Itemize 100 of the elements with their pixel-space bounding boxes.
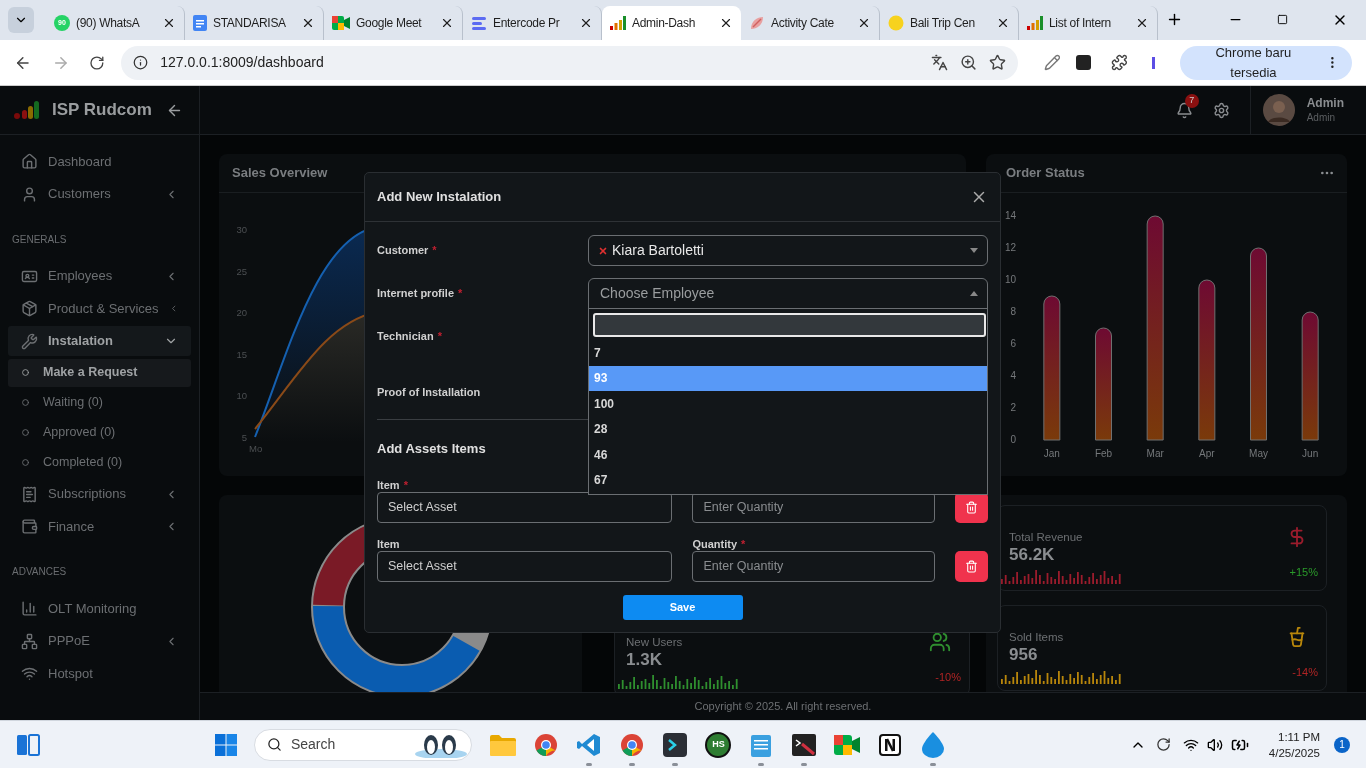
remove-tag-icon[interactable]	[598, 245, 608, 256]
asset-select[interactable]: Select Asset	[377, 550, 673, 582]
notification-bell-icon[interactable]	[1175, 101, 1193, 119]
tab-title: List of Intern	[1049, 15, 1112, 32]
search-icon	[266, 737, 282, 752]
extension-icon[interactable]	[1076, 55, 1091, 70]
sidebar-heading: GENERALS	[11, 232, 68, 247]
dropdown-caret-icon	[970, 291, 978, 296]
leaf-icon	[749, 15, 765, 31]
avatar-icon[interactable]	[1262, 94, 1295, 126]
close-icon[interactable]	[1135, 16, 1149, 30]
signal-bars-logo-icon	[14, 101, 40, 119]
footer-text: Copyright © 2025. All right reserved.	[694, 699, 872, 715]
close-icon[interactable]	[301, 16, 315, 30]
field-label: Internet profile *	[377, 287, 463, 299]
axis-tick-label: 2	[1010, 402, 1016, 413]
modal-title: Add New Instalation	[377, 188, 503, 207]
sidebar-item[interactable]: OLT Monitoring	[8, 593, 191, 624]
user-icon	[21, 185, 38, 203]
section-title: Add Assets Items	[377, 440, 486, 458]
settings-icon[interactable]	[1212, 101, 1230, 119]
dropdown-option[interactable]: 28	[589, 416, 987, 442]
sidebar-item[interactable]: Product & Services	[8, 293, 191, 324]
stat-value: 956	[1009, 644, 1039, 666]
quantity-field[interactable]: Enter Quantity	[692, 550, 936, 582]
new-tab-icon[interactable]	[1166, 11, 1183, 28]
terminal-icon[interactable]	[663, 732, 688, 757]
video-camera-icon[interactable]	[834, 734, 861, 755]
volume-icon[interactable]	[1206, 736, 1223, 753]
sidebar-item[interactable]: Dashboard	[8, 146, 191, 177]
user-role: Admin	[1306, 110, 1336, 125]
close-icon[interactable]	[440, 16, 454, 30]
delete-button[interactable]	[955, 550, 988, 582]
sidebar-item[interactable]: Subscriptions	[8, 479, 191, 509]
sidebar-item[interactable]: Customers	[8, 179, 191, 209]
start-icon[interactable]	[214, 733, 237, 756]
dropdown-option[interactable]: 46	[589, 442, 987, 468]
stat-change: -10%	[935, 669, 961, 685]
sync-icon[interactable]	[1155, 737, 1171, 752]
browser-icon[interactable]	[620, 732, 645, 757]
bookmark-star-icon[interactable]	[988, 54, 1006, 71]
sidebar-item[interactable]: Finance	[8, 511, 191, 542]
water-drop-icon[interactable]	[922, 731, 945, 758]
trash-icon	[965, 559, 979, 573]
submenu-item[interactable]: Completed (0)	[8, 448, 191, 477]
axis-tick-label: 15	[236, 347, 247, 362]
asset-select[interactable]: Select Asset	[377, 491, 673, 523]
stat-label: Sold Items	[1009, 630, 1065, 644]
receipt-icon	[21, 485, 38, 503]
widgets-icon[interactable]	[16, 733, 40, 756]
code-editor-icon[interactable]	[577, 732, 602, 757]
pencil-icon[interactable]	[1043, 54, 1061, 71]
axis-tick-label: Jun	[1302, 448, 1319, 459]
axis-tick-label: 10	[236, 389, 247, 403]
update-button[interactable]: Chrome baru tersedia	[1179, 45, 1352, 80]
submenu-item[interactable]: Waiting (0)	[8, 388, 191, 417]
sidebar-item[interactable]: PPPoE	[8, 626, 191, 656]
app-badge-icon[interactable]: HS	[705, 731, 732, 758]
sidebar-item[interactable]: Hotspot	[8, 658, 191, 689]
dropdown-option[interactable]: 7	[589, 340, 987, 366]
close-icon[interactable]	[857, 16, 871, 30]
notebook-icon[interactable]	[879, 733, 902, 756]
submenu-item[interactable]: Make a Request	[8, 358, 191, 387]
translate-icon[interactable]	[930, 54, 948, 71]
zoom-icon[interactable]	[959, 54, 977, 71]
wrench-icon	[21, 332, 38, 350]
reload-icon[interactable]	[89, 54, 106, 71]
network-icon	[21, 632, 38, 650]
close-icon[interactable]	[719, 16, 733, 30]
bullet-icon	[22, 399, 29, 406]
browser-tab[interactable]: Admin-Dash	[602, 6, 741, 40]
dropdown-option[interactable]: 67	[589, 467, 987, 493]
axis-tick-label: 12	[1004, 242, 1016, 253]
tab-title: Google Meet	[356, 15, 423, 32]
dropdown-option[interactable]: 100	[589, 391, 987, 417]
extensions-icon[interactable]	[1111, 54, 1128, 71]
sidebar-heading: ADVANCES	[11, 565, 68, 579]
save-button[interactable]: Save	[622, 594, 743, 620]
clock-date[interactable]: 4/25/2025	[1268, 744, 1320, 761]
console-icon[interactable]	[792, 733, 817, 756]
dropdown-search-field[interactable]	[593, 313, 986, 337]
clock-time[interactable]: 1:11 PM	[1278, 728, 1320, 745]
maximize-icon[interactable]	[1277, 14, 1288, 25]
stat-change: -14%	[1292, 664, 1318, 680]
notification-count[interactable]: 1	[1334, 736, 1350, 753]
sidebar-item[interactable]: Employees	[8, 261, 191, 291]
customer-select[interactable]: Kiara Bartoletti	[588, 235, 988, 266]
stat-change: +15%	[1289, 564, 1318, 580]
notepad-icon[interactable]	[751, 732, 772, 757]
stat-label: New Users	[626, 635, 684, 649]
browser-icon[interactable]	[534, 732, 559, 757]
sidebar-item[interactable]: Instalation	[8, 326, 191, 356]
tab-search-button[interactable]	[8, 7, 34, 33]
close-icon[interactable]	[579, 16, 593, 30]
address-bar[interactable]: 127.0.0.1:8009/dashboard	[121, 45, 1018, 80]
taskbar-search-field[interactable]: Search	[253, 728, 472, 761]
close-icon[interactable]	[996, 16, 1010, 30]
submenu-item[interactable]: Approved (0)	[8, 418, 191, 447]
close-icon[interactable]	[162, 16, 176, 30]
axis-tick-label: 25	[236, 264, 247, 279]
